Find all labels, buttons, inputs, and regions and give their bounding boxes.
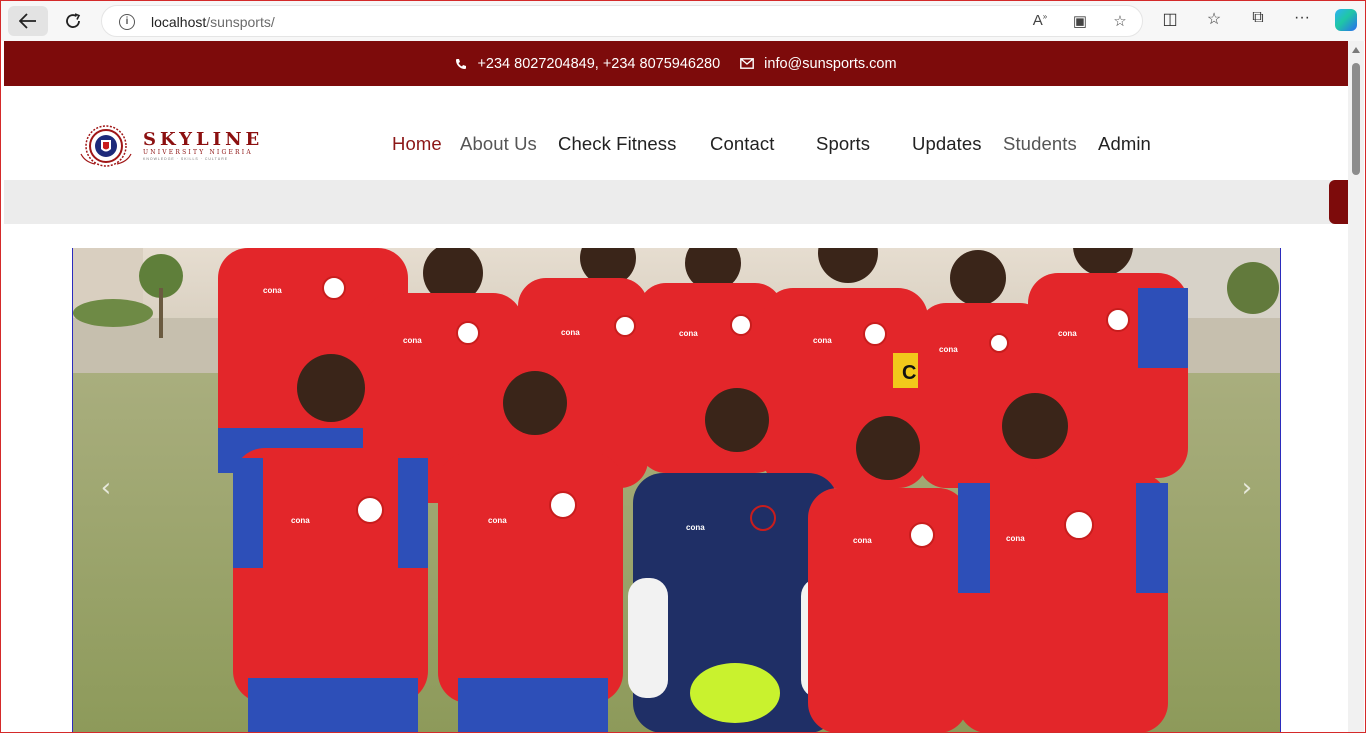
site-logo[interactable]: SKYLINE UNIVERSITY NIGERIA KNOWLEDGE · S… [77,124,263,168]
captain-armband-label: C [902,362,916,384]
split-screen-icon[interactable]: ◫ [1159,9,1181,36]
back-arrow-icon [19,13,36,29]
email-address: info@sunsports.com [764,55,897,72]
nav-sports[interactable]: Sports [816,133,870,155]
back-button[interactable] [8,6,48,36]
nav-home[interactable]: Home [392,133,442,155]
phone-contact[interactable]: +234 8027204849, +234 8075946280 [455,56,720,72]
nav-updates[interactable]: Updates [912,133,982,155]
svg-text:cona: cona [291,516,310,525]
carousel-next-arrow-icon[interactable]: › [1237,475,1257,501]
favorite-star-icon[interactable]: ☆ [1110,12,1130,30]
svg-text:cona: cona [853,536,872,545]
contact-topbar: +234 8027204849, +234 8075946280 info@su… [4,41,1348,86]
svg-text:cona: cona [813,336,832,345]
svg-text:cona: cona [686,523,705,532]
page-viewport: +234 8027204849, +234 8075946280 info@su… [4,41,1348,732]
scroll-up-icon[interactable] [1352,47,1360,53]
read-aloud-icon[interactable]: A» [1030,12,1050,30]
team-photo: cona cona cona cona cona cona cona cona … [73,248,1280,732]
phone-numbers: +234 8027204849, +234 8075946280 [477,55,721,72]
svg-text:cona: cona [488,516,507,525]
svg-text:cona: cona [263,286,282,295]
site-header: SKYLINE UNIVERSITY NIGERIA KNOWLEDGE · S… [4,86,1348,180]
side-tab[interactable] [1329,180,1348,224]
logo-subtitle: UNIVERSITY NIGERIA [143,148,253,156]
nav-check-fitness[interactable]: Check Fitness [558,133,677,155]
info-icon[interactable]: i [119,14,135,30]
favorites-icon[interactable]: ☆ [1203,9,1225,36]
collections-icon[interactable]: ⧉ [1247,9,1269,36]
logo-title: SKYLINE [143,128,264,150]
nav-about-us[interactable]: About Us [460,133,537,155]
reload-icon [66,13,81,28]
svg-text:cona: cona [1058,329,1077,338]
browser-window: i localhost/sunsports/ A» ▣ ☆ ◫ ☆ ⧉ ··· … [0,0,1366,733]
address-bar[interactable]: i localhost/sunsports/ A» ▣ ☆ [101,5,1143,37]
svg-text:cona: cona [679,329,698,338]
reload-button[interactable] [53,6,93,36]
phone-icon [456,58,467,69]
carousel-prev-arrow-icon[interactable]: ‹ [96,475,116,501]
email-contact[interactable]: info@sunsports.com [740,55,897,72]
svg-text:cona: cona [1006,534,1025,543]
nav-admin[interactable]: Admin [1098,133,1151,155]
scroll-thumb[interactable] [1352,63,1360,175]
gray-band [4,180,1348,224]
svg-text:cona: cona [939,345,958,354]
hero-carousel[interactable]: cona cona cona cona cona cona cona cona … [72,248,1281,732]
envelope-icon [740,58,755,69]
copilot-icon[interactable] [1335,9,1357,36]
logo-tagline: KNOWLEDGE · SKILLS · CULTURE [143,156,229,161]
nav-students[interactable]: Students [1003,133,1077,155]
university-seal-icon [80,125,132,167]
url-text[interactable]: localhost/sunsports/ [151,14,275,30]
immersive-reader-icon[interactable]: ▣ [1070,12,1090,30]
more-icon[interactable]: ··· [1291,9,1313,36]
svg-text:cona: cona [403,336,422,345]
nav-contact[interactable]: Contact [710,133,774,155]
svg-text:cona: cona [561,328,580,337]
page-scrollbar[interactable] [1348,41,1364,732]
browser-toolbar: i localhost/sunsports/ A» ▣ ☆ ◫ ☆ ⧉ ··· [1,1,1365,41]
